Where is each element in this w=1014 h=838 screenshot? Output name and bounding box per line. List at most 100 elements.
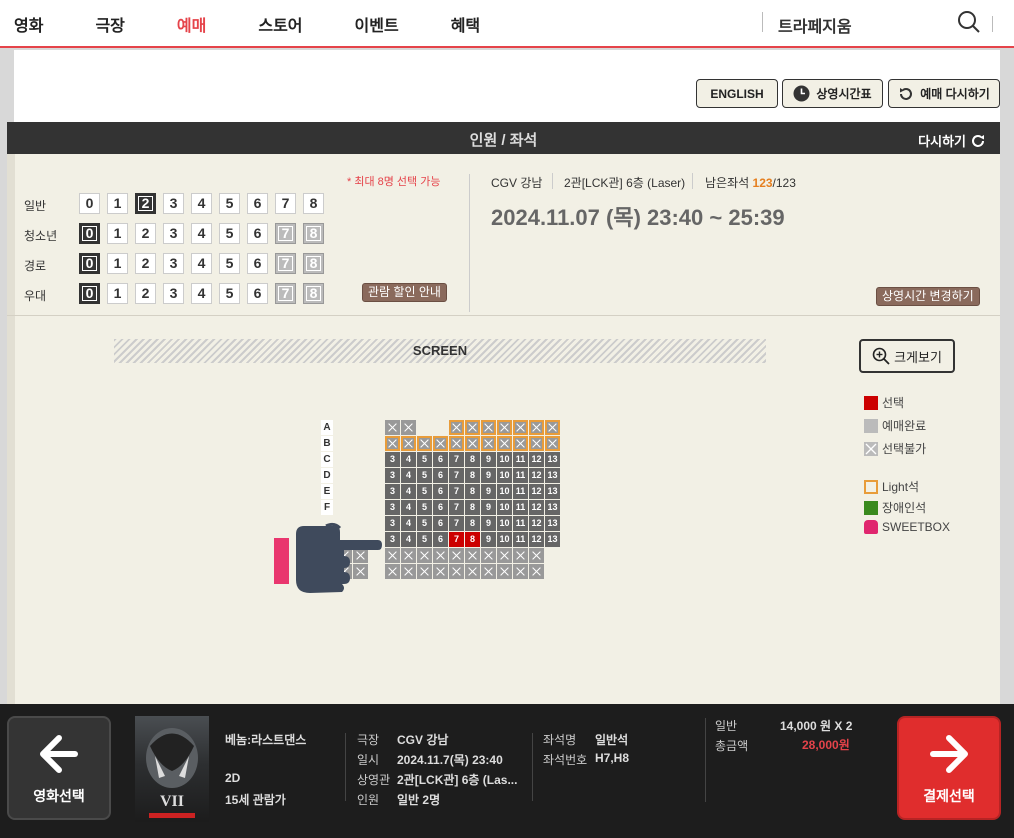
people-count-option[interactable]: 0 bbox=[79, 283, 100, 304]
people-count-option[interactable]: 2 bbox=[135, 223, 156, 244]
seat[interactable]: 8 bbox=[465, 500, 480, 515]
seat[interactable]: 13 bbox=[545, 532, 560, 547]
rebook-button[interactable]: 예매 다시하기 bbox=[888, 79, 1000, 108]
seat[interactable]: 3 bbox=[385, 452, 400, 467]
people-count-option[interactable]: 0 bbox=[79, 193, 100, 214]
seat[interactable]: 6 bbox=[433, 532, 448, 547]
people-count-option[interactable]: 1 bbox=[107, 253, 128, 274]
prev-step-button[interactable]: 영화선택 bbox=[7, 716, 111, 820]
people-count-option[interactable]: 4 bbox=[191, 283, 212, 304]
people-count-option[interactable]: 5 bbox=[219, 283, 240, 304]
people-count-option[interactable]: 0 bbox=[79, 253, 100, 274]
people-count-option[interactable]: 5 bbox=[219, 223, 240, 244]
nav-item-event[interactable]: 이벤트 bbox=[355, 12, 399, 36]
seat[interactable]: 10 bbox=[497, 532, 512, 547]
seat[interactable]: 8 bbox=[465, 468, 480, 483]
people-count-option[interactable]: 3 bbox=[163, 283, 184, 304]
nav-item-movie[interactable]: 영화 bbox=[14, 12, 43, 36]
seat[interactable]: 12 bbox=[529, 532, 544, 547]
search-icon[interactable] bbox=[957, 10, 981, 34]
seat[interactable]: 10 bbox=[497, 516, 512, 531]
seat[interactable]: 4 bbox=[401, 484, 416, 499]
seat[interactable]: 10 bbox=[497, 500, 512, 515]
seat[interactable]: 4 bbox=[401, 452, 416, 467]
seat[interactable]: 5 bbox=[417, 484, 432, 499]
seat[interactable]: 9 bbox=[481, 452, 496, 467]
seat[interactable]: 10 bbox=[497, 468, 512, 483]
nav-item-benefit[interactable]: 혜택 bbox=[451, 12, 480, 36]
people-count-option[interactable]: 3 bbox=[163, 223, 184, 244]
seat[interactable]: 11 bbox=[513, 532, 528, 547]
seat[interactable]: 6 bbox=[433, 484, 448, 499]
people-count-option[interactable]: 6 bbox=[247, 283, 268, 304]
seat[interactable]: 9 bbox=[481, 500, 496, 515]
seat[interactable]: 6 bbox=[433, 516, 448, 531]
seat[interactable]: 5 bbox=[417, 500, 432, 515]
people-count-option[interactable]: 6 bbox=[247, 223, 268, 244]
people-count-option[interactable]: 6 bbox=[247, 253, 268, 274]
people-count-option[interactable]: 1 bbox=[107, 193, 128, 214]
people-count-option[interactable]: 8 bbox=[303, 193, 324, 214]
seat[interactable]: 8 bbox=[465, 484, 480, 499]
seat[interactable]: 12 bbox=[529, 500, 544, 515]
seat[interactable]: 9 bbox=[481, 484, 496, 499]
people-count-option[interactable]: 4 bbox=[191, 193, 212, 214]
seat[interactable]: 6 bbox=[433, 468, 448, 483]
seat[interactable]: 6 bbox=[433, 452, 448, 467]
seat[interactable]: 11 bbox=[513, 516, 528, 531]
seat[interactable]: 12 bbox=[529, 452, 544, 467]
seat[interactable]: 12 bbox=[529, 484, 544, 499]
seat[interactable]: 13 bbox=[545, 516, 560, 531]
seat[interactable]: 8 bbox=[465, 532, 480, 547]
seat[interactable]: 4 bbox=[401, 516, 416, 531]
seat[interactable]: 3 bbox=[385, 484, 400, 499]
people-count-option[interactable]: 3 bbox=[163, 253, 184, 274]
seat[interactable]: 5 bbox=[417, 532, 432, 547]
discount-info-button[interactable]: 관람 할인 안내 bbox=[362, 283, 447, 302]
people-count-option[interactable]: 2 bbox=[135, 253, 156, 274]
people-count-option[interactable]: 7 bbox=[275, 193, 296, 214]
seat[interactable]: 8 bbox=[465, 516, 480, 531]
nav-item-store[interactable]: 스토어 bbox=[258, 12, 302, 36]
seat[interactable]: 3 bbox=[385, 468, 400, 483]
seat[interactable]: 7 bbox=[449, 500, 464, 515]
people-count-option[interactable]: 4 bbox=[191, 223, 212, 244]
reset-button[interactable]: 다시하기 bbox=[918, 131, 986, 150]
seat[interactable]: 12 bbox=[529, 468, 544, 483]
change-showtime-button[interactable]: 상영시간 변경하기 bbox=[876, 287, 980, 306]
seat[interactable]: 3 bbox=[385, 516, 400, 531]
seat[interactable]: 5 bbox=[417, 452, 432, 467]
people-count-option[interactable]: 0 bbox=[79, 223, 100, 244]
seat[interactable]: 10 bbox=[497, 484, 512, 499]
seat[interactable]: 7 bbox=[449, 532, 464, 547]
people-count-option[interactable]: 2 bbox=[135, 193, 156, 214]
seat[interactable]: 9 bbox=[481, 516, 496, 531]
seat[interactable]: 7 bbox=[449, 468, 464, 483]
zoom-button[interactable]: 크게보기 bbox=[859, 339, 955, 373]
next-step-button[interactable]: 결제선택 bbox=[897, 716, 1001, 820]
nav-item-theater[interactable]: 극장 bbox=[95, 12, 124, 36]
people-count-option[interactable]: 1 bbox=[107, 223, 128, 244]
people-count-option[interactable]: 3 bbox=[163, 193, 184, 214]
seat[interactable]: 7 bbox=[449, 516, 464, 531]
seat[interactable]: 3 bbox=[385, 532, 400, 547]
seat[interactable]: 11 bbox=[513, 500, 528, 515]
seat[interactable]: 11 bbox=[513, 452, 528, 467]
seat[interactable]: 10 bbox=[497, 452, 512, 467]
seat[interactable]: 11 bbox=[513, 484, 528, 499]
seat[interactable]: 13 bbox=[545, 484, 560, 499]
seat[interactable]: 7 bbox=[449, 484, 464, 499]
seat[interactable]: 4 bbox=[401, 532, 416, 547]
nav-curation-link[interactable]: 트라페지움 bbox=[778, 13, 852, 37]
seat[interactable]: 5 bbox=[417, 516, 432, 531]
seat[interactable]: 13 bbox=[545, 500, 560, 515]
seat[interactable]: 7 bbox=[449, 452, 464, 467]
seat[interactable]: 4 bbox=[401, 468, 416, 483]
seat[interactable]: 12 bbox=[529, 516, 544, 531]
people-count-option[interactable]: 5 bbox=[219, 253, 240, 274]
people-count-option[interactable]: 4 bbox=[191, 253, 212, 274]
people-count-option[interactable]: 6 bbox=[247, 193, 268, 214]
english-button[interactable]: ENGLISH bbox=[696, 79, 778, 108]
seat[interactable]: 13 bbox=[545, 452, 560, 467]
people-count-option[interactable]: 5 bbox=[219, 193, 240, 214]
